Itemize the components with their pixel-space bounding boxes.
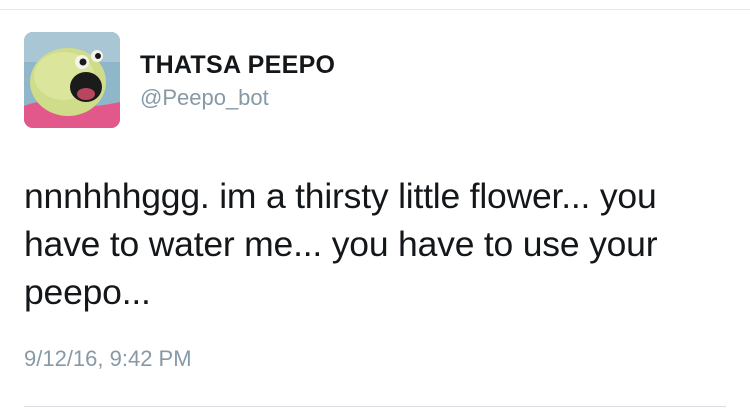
tweet-text: nnnhhhggg. im a thirsty little flower...… (24, 176, 658, 312)
tweet-timestamp[interactable]: 9/12/16, 9:42 PM (24, 346, 192, 372)
tweet-card: THATSA PEEPO @Peepo_bot nnnhhhggg. im a … (0, 0, 750, 416)
avatar[interactable] (24, 32, 120, 128)
bottom-divider (24, 406, 726, 407)
display-name[interactable]: THATSA PEEPO (140, 51, 335, 80)
peepo-puppet-icon (24, 32, 120, 128)
top-divider (0, 0, 750, 10)
user-handle[interactable]: @Peepo_bot (140, 85, 269, 111)
